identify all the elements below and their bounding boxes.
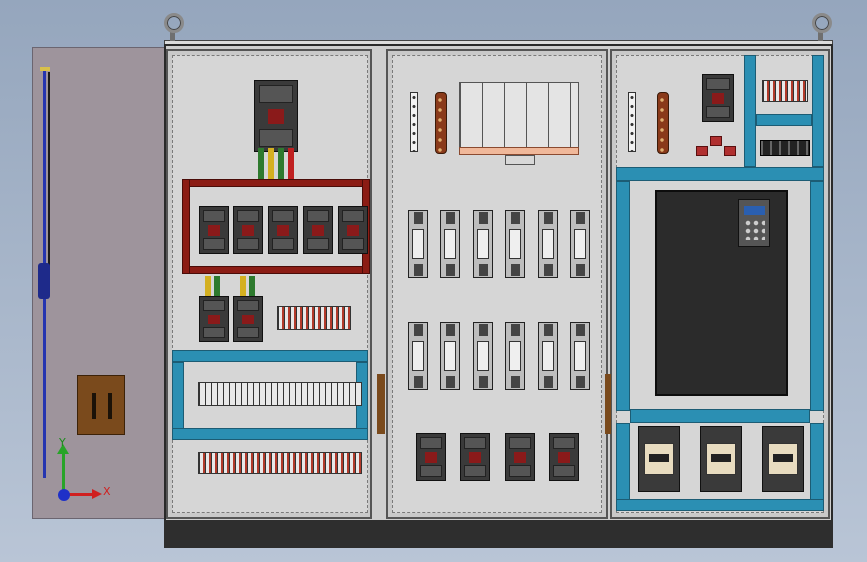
fuse-holder-3 <box>473 210 493 278</box>
busbar-top <box>182 179 370 187</box>
fuse-holder-12 <box>570 322 590 390</box>
vfd-keypad <box>738 199 770 247</box>
door-handle <box>77 375 125 435</box>
main-breaker <box>254 80 298 152</box>
fuse-holder-6 <box>570 210 590 278</box>
fuse-holder-1 <box>408 210 428 278</box>
fuse-holder-7 <box>408 322 428 390</box>
vfd-rail-mid <box>756 114 812 126</box>
din-rail-2 <box>172 428 368 440</box>
branch-breaker-5 <box>338 206 368 254</box>
vfd-rail-vert-1 <box>744 55 756 167</box>
vfd-rail-top <box>616 167 824 181</box>
terminal-block-row-1 <box>198 382 362 406</box>
cable-green-2 <box>278 148 284 180</box>
vfd-rail-right-low <box>810 423 824 511</box>
axis-y-label: Y <box>59 436 66 449</box>
lifting-eyebolt-right <box>812 13 832 33</box>
cable-red <box>288 148 294 180</box>
cabinet-plinth <box>164 520 833 548</box>
terminal-block-row-2 <box>198 452 362 474</box>
cooling-unit-strip <box>459 147 579 155</box>
cooling-unit <box>459 82 579 148</box>
aux-breaker-2 <box>233 296 263 342</box>
vfd-rail-bottom-2 <box>616 499 824 511</box>
vfd-rail-right <box>810 181 824 411</box>
contactor-2 <box>700 426 742 492</box>
hinge-bracket <box>377 374 385 434</box>
cable-branch-a <box>205 276 211 296</box>
busbar-left <box>182 179 190 274</box>
fuse-holder-8 <box>440 322 460 390</box>
vfd-rail-vert-2 <box>812 55 824 167</box>
vfd-neutral-bar <box>657 92 669 154</box>
relay-3 <box>724 146 736 156</box>
cable-branch-c <box>240 276 246 296</box>
vfd-ground-strip <box>628 92 636 152</box>
fuse-holder-9 <box>473 322 493 390</box>
axis-x-label: X <box>103 485 111 498</box>
din-rail-1 <box>172 350 368 362</box>
door-rod-shadow <box>48 72 50 267</box>
relay-1 <box>696 146 708 156</box>
cooling-unit-base <box>505 155 535 165</box>
ground-terminal-strip <box>410 92 418 152</box>
cable-branch-b <box>214 276 220 296</box>
cable-branch-d <box>249 276 255 296</box>
door-rod-cap <box>40 67 50 71</box>
terminal-block-small <box>277 306 351 330</box>
aux-breaker-1 <box>199 296 229 342</box>
cable-green <box>258 148 264 180</box>
vfd-rail-left-low <box>616 423 630 511</box>
vfd-terminal-block <box>762 80 808 102</box>
branch-breaker-4 <box>303 206 333 254</box>
vfd-power-terminals <box>760 140 810 156</box>
fuse-holder-5 <box>538 210 558 278</box>
motor-breaker-1 <box>416 433 446 481</box>
vfd-breaker <box>702 74 734 122</box>
branch-breaker-2 <box>233 206 263 254</box>
door-latch <box>38 263 50 299</box>
axis-z-dot-icon <box>58 489 70 501</box>
din-rail-side-l <box>172 362 184 430</box>
motor-breaker-4 <box>549 433 579 481</box>
vfd-rail-left <box>616 181 630 411</box>
hinge-bracket-2 <box>605 374 611 434</box>
vfd-rail-bottom <box>630 409 810 423</box>
relay-2 <box>710 136 722 146</box>
motor-breaker-3 <box>505 433 535 481</box>
axis-y-line <box>62 452 65 492</box>
fuse-holder-2 <box>440 210 460 278</box>
fuse-holder-10 <box>505 322 525 390</box>
axis-x-arrow-icon <box>92 489 102 499</box>
busbar-bottom <box>182 266 370 274</box>
contactor-3 <box>762 426 804 492</box>
lifting-eyebolt-left <box>164 13 184 33</box>
fuse-holder-11 <box>538 322 558 390</box>
fuse-holder-4 <box>505 210 525 278</box>
cable-yellow <box>268 148 274 180</box>
branch-breaker-3 <box>268 206 298 254</box>
contactor-1 <box>638 426 680 492</box>
branch-breaker-1 <box>199 206 229 254</box>
cabinet-door <box>32 47 165 519</box>
motor-breaker-2 <box>460 433 490 481</box>
neutral-copper-bar <box>435 92 447 154</box>
